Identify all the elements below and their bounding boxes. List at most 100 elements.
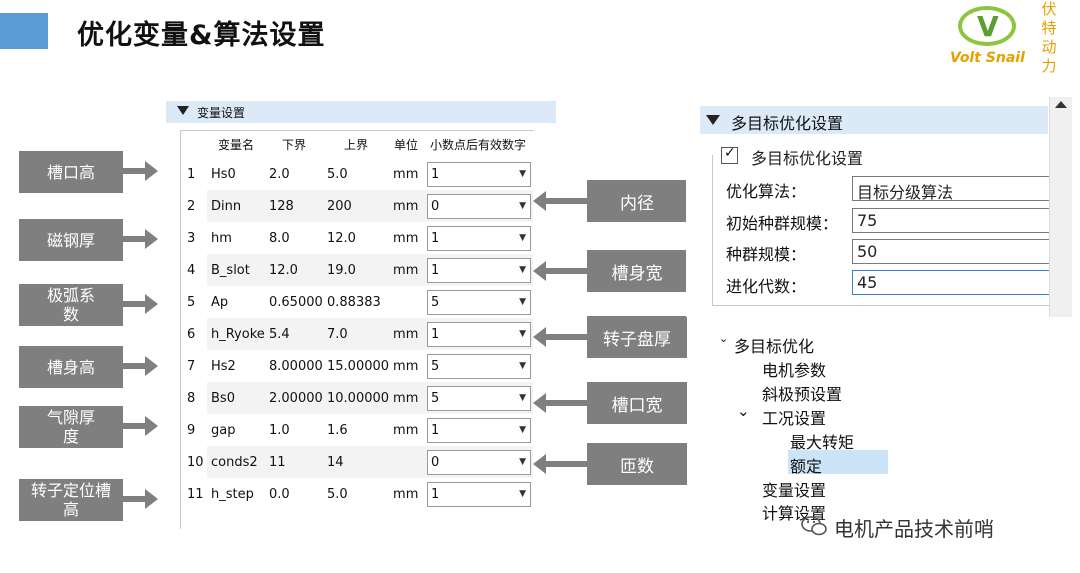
var-upper[interactable]: 19.0: [323, 254, 390, 286]
var-lower[interactable]: 2.0: [265, 158, 323, 190]
digits-dropdown[interactable]: 5 ▼: [427, 289, 532, 315]
var-unit[interactable]: mm: [389, 190, 424, 222]
var-name[interactable]: Dinn: [207, 190, 265, 222]
var-unit[interactable]: mm: [389, 478, 424, 510]
var-name[interactable]: gap: [207, 414, 265, 446]
row-index: 1: [181, 158, 207, 190]
generations-field[interactable]: 45: [852, 270, 1049, 295]
digits-dropdown[interactable]: 1 ▼: [427, 321, 532, 347]
wechat-icon: [801, 516, 827, 536]
var-upper[interactable]: 14: [323, 446, 390, 478]
var-upper[interactable]: 200: [323, 190, 390, 222]
var-unit[interactable]: [389, 286, 424, 318]
generations-label: 进化代数：: [726, 277, 807, 296]
collapse-triangle-icon[interactable]: [177, 106, 189, 115]
tree-item-root[interactable]: 多目标优化: [734, 333, 814, 357]
var-upper[interactable]: 1.6: [323, 414, 390, 446]
digits-dropdown[interactable]: 1 ▼: [427, 161, 532, 187]
digits-dropdown[interactable]: 1 ▼: [427, 481, 532, 507]
digits-dropdown[interactable]: 0 ▼: [427, 449, 532, 475]
digits-dropdown[interactable]: 5 ▼: [427, 385, 532, 411]
var-lower[interactable]: 5.4: [265, 318, 323, 350]
var-upper[interactable]: 12.0: [323, 222, 390, 254]
var-name[interactable]: hm: [207, 222, 265, 254]
var-lower[interactable]: 8.00000: [265, 350, 323, 382]
column-header-lower[interactable]: 下界: [265, 131, 323, 158]
var-name[interactable]: Hs0: [207, 158, 265, 190]
chevron-down-icon[interactable]: ▼: [519, 489, 526, 499]
var-lower[interactable]: 8.0: [265, 222, 323, 254]
tree-item-operating-conditions[interactable]: 工况设置: [762, 405, 826, 429]
label-slot-opening-width: 槽口宽: [587, 382, 687, 424]
var-name[interactable]: Bs0: [207, 382, 265, 414]
var-lower[interactable]: 1.0: [265, 414, 323, 446]
chevron-down-icon[interactable]: ▼: [519, 201, 526, 211]
chevron-down-icon[interactable]: ▼: [519, 169, 526, 179]
var-lower[interactable]: 128: [265, 190, 323, 222]
var-name[interactable]: conds2: [207, 446, 265, 478]
digits-value: 1: [431, 230, 440, 246]
table-row: 4 B_slot 12.0 19.0 mm 1 ▼: [181, 254, 534, 286]
digits-dropdown[interactable]: 1 ▼: [427, 417, 532, 443]
tree-item-skew-preset[interactable]: 斜极预设置: [762, 381, 842, 405]
column-header-digits[interactable]: 小数点后有效数字: [423, 131, 533, 158]
var-upper[interactable]: 10.00000: [323, 382, 390, 414]
initial-population-field[interactable]: 75: [852, 208, 1049, 233]
chevron-down-icon[interactable]: ▼: [519, 233, 526, 243]
scroll-up-icon[interactable]: [1055, 101, 1067, 108]
var-unit[interactable]: mm: [389, 350, 424, 382]
digits-dropdown[interactable]: 1 ▼: [427, 225, 532, 251]
var-unit[interactable]: mm: [389, 158, 424, 190]
var-name[interactable]: h_step: [207, 478, 265, 510]
var-upper[interactable]: 5.0: [323, 158, 390, 190]
chevron-down-icon[interactable]: ▼: [519, 329, 526, 339]
var-unit[interactable]: mm: [389, 318, 424, 350]
chevron-down-icon[interactable]: ▼: [519, 265, 526, 275]
var-upper[interactable]: 15.00000: [323, 350, 390, 382]
variable-table: 变量名 下界 上界 单位 小数点后有效数字 1 Hs0 2.0 5.0 mm 1…: [181, 131, 534, 510]
var-upper[interactable]: 7.0: [323, 318, 390, 350]
scrollbar[interactable]: [1049, 97, 1072, 317]
digits-dropdown[interactable]: 0 ▼: [427, 193, 532, 219]
algorithm-field[interactable]: 目标分级算法: [852, 176, 1049, 202]
var-lower[interactable]: 0.65000: [265, 286, 323, 318]
column-header-upper[interactable]: 上界: [323, 131, 389, 158]
population-size-field[interactable]: 50: [852, 239, 1049, 264]
var-lower[interactable]: 2.00000: [265, 382, 323, 414]
column-header-name[interactable]: 变量名: [207, 131, 265, 158]
var-lower[interactable]: 0.0: [265, 478, 323, 510]
var-unit[interactable]: mm: [389, 382, 424, 414]
var-lower[interactable]: 12.0: [265, 254, 323, 286]
chevron-down-icon[interactable]: ▼: [519, 393, 526, 403]
multi-objective-checkbox-label[interactable]: 多目标优化设置: [748, 145, 867, 169]
var-upper[interactable]: 5.0: [323, 478, 390, 510]
var-name[interactable]: Ap: [207, 286, 265, 318]
tree-item-variable-settings[interactable]: 变量设置: [762, 477, 826, 501]
digits-cell: 0 ▼: [423, 190, 534, 222]
tree-item-max-torque[interactable]: 最大转矩: [790, 429, 854, 453]
chevron-down-icon[interactable]: ▼: [519, 425, 526, 435]
var-unit[interactable]: [389, 446, 424, 478]
digits-dropdown[interactable]: 1 ▼: [427, 257, 532, 283]
var-unit[interactable]: mm: [389, 414, 424, 446]
var-upper[interactable]: 0.88383: [323, 286, 390, 318]
column-header-unit[interactable]: 单位: [389, 131, 423, 158]
chevron-down-icon[interactable]: ▼: [519, 297, 526, 307]
collapse-triangle-icon[interactable]: [706, 115, 720, 125]
var-name[interactable]: B_slot: [207, 254, 265, 286]
digits-dropdown[interactable]: 5 ▼: [427, 353, 532, 379]
table-row: 10 conds2 11 14 0 ▼: [181, 446, 534, 478]
var-unit[interactable]: mm: [389, 222, 424, 254]
chevron-down-icon[interactable]: ▼: [519, 457, 526, 467]
var-name[interactable]: Hs2: [207, 350, 265, 382]
label-inner-diameter: 内径: [587, 180, 687, 222]
tree-expand-icon[interactable]: ⌄: [719, 332, 728, 345]
chevron-down-icon[interactable]: ⌄: [737, 402, 750, 420]
tree-item-motor-params[interactable]: 电机参数: [762, 357, 826, 381]
var-lower[interactable]: 11: [265, 446, 323, 478]
tree-item-rated[interactable]: 额定: [790, 453, 822, 477]
chevron-down-icon[interactable]: ▼: [519, 361, 526, 371]
var-unit[interactable]: mm: [389, 254, 424, 286]
var-name[interactable]: h_Ryoke: [207, 318, 265, 350]
digits-value: 1: [431, 166, 440, 182]
